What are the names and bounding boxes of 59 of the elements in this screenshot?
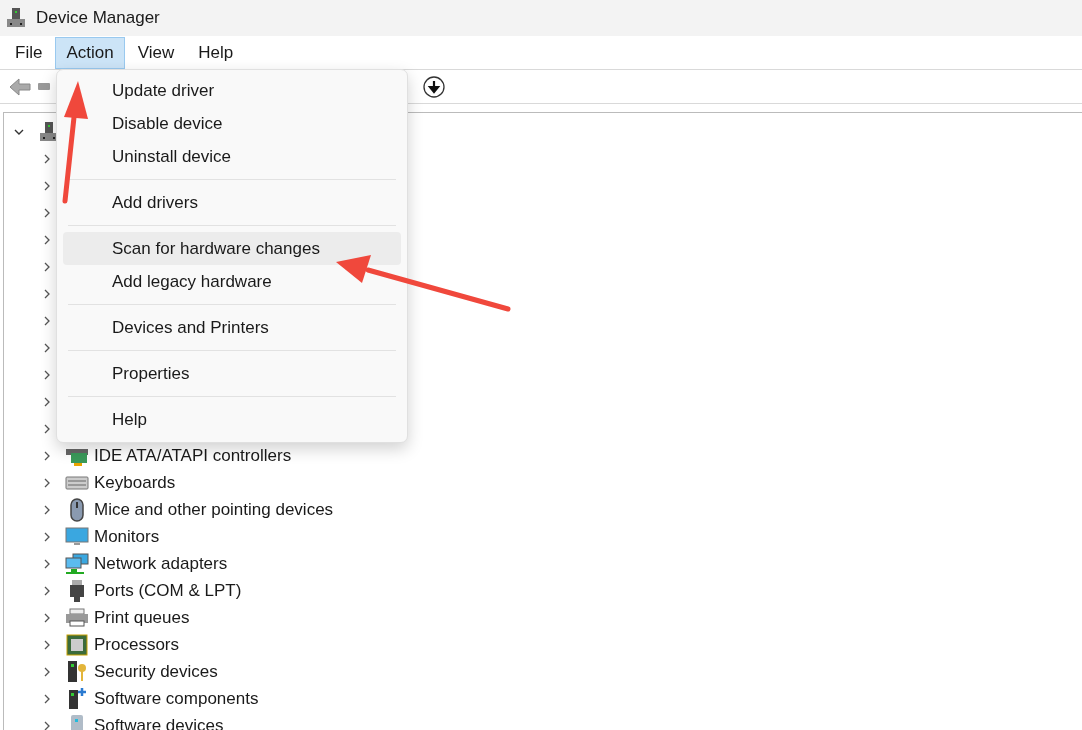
expand-chevron-icon[interactable] <box>42 287 52 300</box>
menu-item[interactable]: Update driver <box>63 74 401 107</box>
menu-bar-item[interactable]: Action <box>55 36 125 69</box>
expand-chevron-icon[interactable] <box>42 449 52 462</box>
expand-chevron-icon[interactable] <box>42 260 52 273</box>
back-arrow-icon[interactable] <box>8 76 32 97</box>
expand-chevron-icon[interactable] <box>42 314 52 327</box>
expand-chevron-icon[interactable] <box>42 584 52 597</box>
menu-bar-item[interactable]: Help <box>187 36 245 69</box>
tree-item-label[interactable]: IDE ATA/ATAPI controllers <box>94 445 292 466</box>
security-key-icon <box>66 659 88 684</box>
menu-item[interactable]: Properties <box>63 357 401 390</box>
tree-item-label[interactable]: Ports (COM & LPT) <box>94 580 242 601</box>
expand-chevron-icon[interactable] <box>42 557 52 570</box>
toolbar-icon[interactable] <box>38 81 50 92</box>
mouse-icon <box>67 497 87 522</box>
keyboard-icon <box>65 474 89 491</box>
expand-chevron-icon[interactable] <box>42 692 52 705</box>
network-icon <box>65 552 89 575</box>
tree-item-label[interactable]: Processors <box>94 634 180 655</box>
expand-chevron-icon[interactable] <box>42 665 52 678</box>
monitor-icon <box>65 526 89 547</box>
tree-item-label[interactable]: Software components <box>94 688 259 709</box>
menu-item[interactable]: Add legacy hardware <box>63 265 401 298</box>
expand-chevron-icon[interactable] <box>42 422 52 435</box>
expand-chevron-icon[interactable] <box>42 476 52 489</box>
menu-item[interactable]: Disable device <box>63 107 401 140</box>
menu-item[interactable]: Help <box>63 403 401 436</box>
tree-item-label[interactable]: Security devices <box>94 661 218 682</box>
expand-chevron-icon[interactable] <box>42 233 52 246</box>
menu-item[interactable]: Devices and Printers <box>63 311 401 344</box>
tree-item-label[interactable]: Monitors <box>94 526 160 547</box>
window-title: Device Manager <box>36 8 160 28</box>
expand-chevron-icon[interactable] <box>42 341 52 354</box>
menu-bar-item[interactable]: File <box>4 36 54 69</box>
expand-chevron-icon[interactable] <box>42 719 52 730</box>
tree-item-label[interactable]: Software devices <box>94 715 224 730</box>
expand-chevron-icon[interactable] <box>42 368 52 381</box>
expand-chevron-icon[interactable] <box>42 611 52 624</box>
expand-chevron-icon[interactable] <box>42 638 52 651</box>
tree-item-label[interactable]: Mice and other pointing devices <box>94 499 334 520</box>
expand-chevron-icon[interactable] <box>42 152 52 165</box>
expand-chevron-icon[interactable] <box>42 395 52 408</box>
expand-chevron-icon[interactable] <box>42 206 52 219</box>
expand-chevron-icon[interactable] <box>42 503 52 516</box>
processor-icon <box>66 633 88 656</box>
menu-bar-item[interactable]: View <box>126 36 186 69</box>
menu-item[interactable]: Scan for hardware changes <box>63 232 401 265</box>
expand-chevron-icon[interactable] <box>42 179 52 192</box>
tree-item-label[interactable]: Keyboards <box>94 472 176 493</box>
menu-item[interactable]: Uninstall device <box>63 140 401 173</box>
expand-chevron-icon[interactable] <box>42 530 52 543</box>
tree-item-label[interactable]: Print queues <box>94 607 190 628</box>
menu-item[interactable]: Add drivers <box>63 186 401 219</box>
tree-item-label[interactable]: Network adapters <box>94 553 228 574</box>
port-icon <box>67 578 87 603</box>
software-component-icon <box>66 686 88 711</box>
app-icon <box>6 7 26 29</box>
printer-icon <box>65 607 89 628</box>
